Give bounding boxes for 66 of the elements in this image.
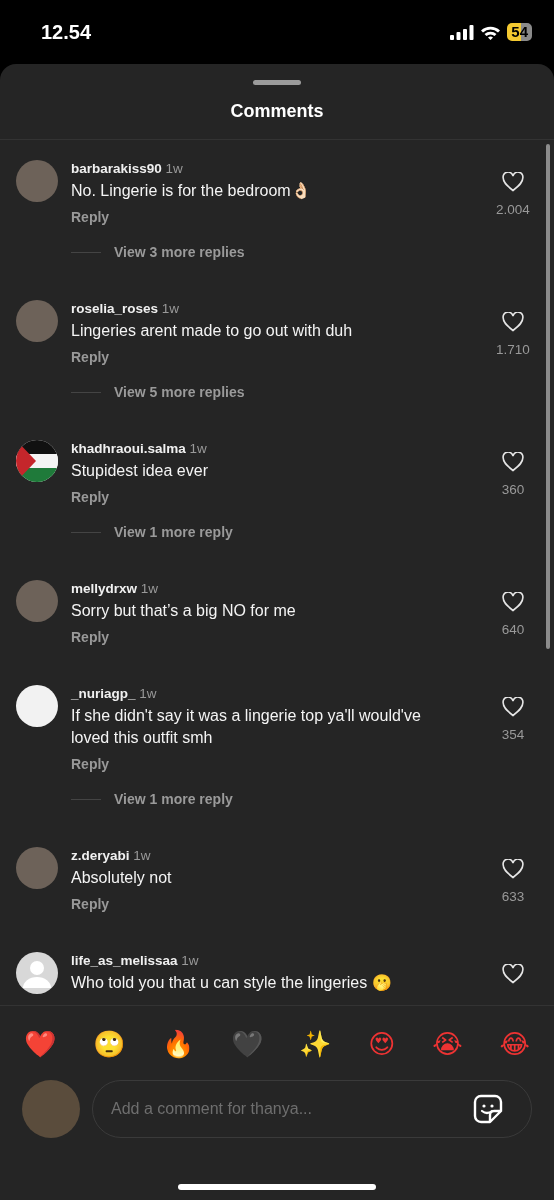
avatar-photo-placeholder[interactable]	[16, 847, 58, 889]
comment-text: No. Lingerie is for the bedroom👌🏻	[71, 181, 311, 201]
scrollbar[interactable]	[546, 144, 550, 649]
reply-link[interactable]: Reply	[71, 489, 110, 505]
emoji-reaction[interactable]: 🙄	[92, 1026, 125, 1062]
heart-icon[interactable]	[502, 592, 524, 612]
battery-indicator: 54	[507, 23, 532, 41]
sheet-title: Comments	[0, 85, 554, 140]
comment-time: 1w	[165, 161, 183, 176]
heart-icon[interactable]	[502, 452, 524, 472]
comment-text: Lingeries arent made to go out with duh	[71, 321, 353, 341]
emoji-reaction[interactable]: 🔥	[161, 1026, 194, 1062]
username[interactable]: life_as_melissaa	[71, 953, 178, 968]
emoji-reaction[interactable]: 😍	[368, 1026, 396, 1062]
heart-icon[interactable]	[502, 964, 524, 984]
like-count: 354	[501, 727, 525, 742]
reply-link[interactable]: Reply	[71, 756, 110, 772]
username[interactable]: mellydrxw	[71, 581, 138, 596]
comment-text: Sorry but that’s a big NO for me	[71, 601, 296, 621]
comment-time: 1w	[161, 301, 180, 316]
heart-icon[interactable]	[502, 312, 524, 332]
username[interactable]: barbarakiss90	[71, 161, 162, 176]
username[interactable]: _nuriagp_	[71, 686, 136, 701]
view-replies-link[interactable]: View 5 more replies	[114, 384, 245, 400]
comment-time: 1w	[189, 441, 207, 456]
heart-icon[interactable]	[502, 859, 524, 879]
wifi-icon	[480, 24, 502, 40]
like-count: 1.710	[496, 342, 530, 357]
comment-text: Absolutely not	[71, 868, 172, 888]
signal-icon	[450, 24, 475, 40]
reply-link[interactable]: Reply	[71, 349, 110, 365]
sticker-icon[interactable]	[473, 1094, 503, 1124]
emoji-reaction[interactable]: 😂	[499, 1026, 530, 1062]
avatar-photo-placeholder[interactable]	[16, 580, 58, 622]
view-replies-link[interactable]: View 1 more reply	[114, 524, 233, 540]
avatar-photo-placeholder[interactable]	[16, 300, 58, 342]
comment-time: 1w	[140, 581, 159, 596]
comment-time: 1w	[133, 848, 151, 863]
heart-icon[interactable]	[502, 172, 524, 192]
comment-text: Stupidest idea ever	[71, 461, 208, 481]
comment-text: Who told you that u can style the lingeries 🫢	[71, 973, 392, 993]
comment-time: 1w	[181, 953, 199, 968]
avatar-photo-placeholder[interactable]	[16, 160, 58, 202]
clock-time: 12.54	[41, 20, 92, 44]
view-replies-link[interactable]: View 3 more replies	[114, 244, 245, 260]
like-count: 640	[501, 622, 525, 637]
emoji-reaction[interactable]: ✨	[299, 1026, 332, 1062]
view-replies-link[interactable]: View 1 more reply	[114, 791, 233, 807]
drag-handle[interactable]	[253, 80, 301, 85]
comment-time: 1w	[139, 686, 157, 701]
emoji-reaction[interactable]: 😭	[432, 1026, 463, 1062]
heart-icon[interactable]	[502, 697, 524, 717]
comment-text: If she didn't say it was a lingerie top ya'll would've loved this outfit smh	[71, 706, 422, 748]
like-count: 2.004	[496, 202, 530, 217]
reply-link[interactable]: Reply	[71, 209, 110, 225]
avatar-flag-icon[interactable]	[16, 440, 58, 482]
reply-link[interactable]: Reply	[71, 896, 110, 912]
username[interactable]: khadhraoui.salma	[71, 441, 186, 456]
like-count: 360	[501, 482, 525, 497]
username[interactable]: roselia_roses	[71, 301, 159, 316]
emoji-reaction[interactable]: ❤	[24, 1026, 56, 1062]
like-count: 633	[501, 889, 525, 904]
reply-link[interactable]: Reply	[71, 629, 110, 645]
username[interactable]: z.deryabi	[71, 848, 130, 863]
comment-input-field[interactable]: Add a comment for thanya...	[109, 1099, 473, 1119]
avatar-silhouette-icon[interactable]	[16, 952, 58, 994]
